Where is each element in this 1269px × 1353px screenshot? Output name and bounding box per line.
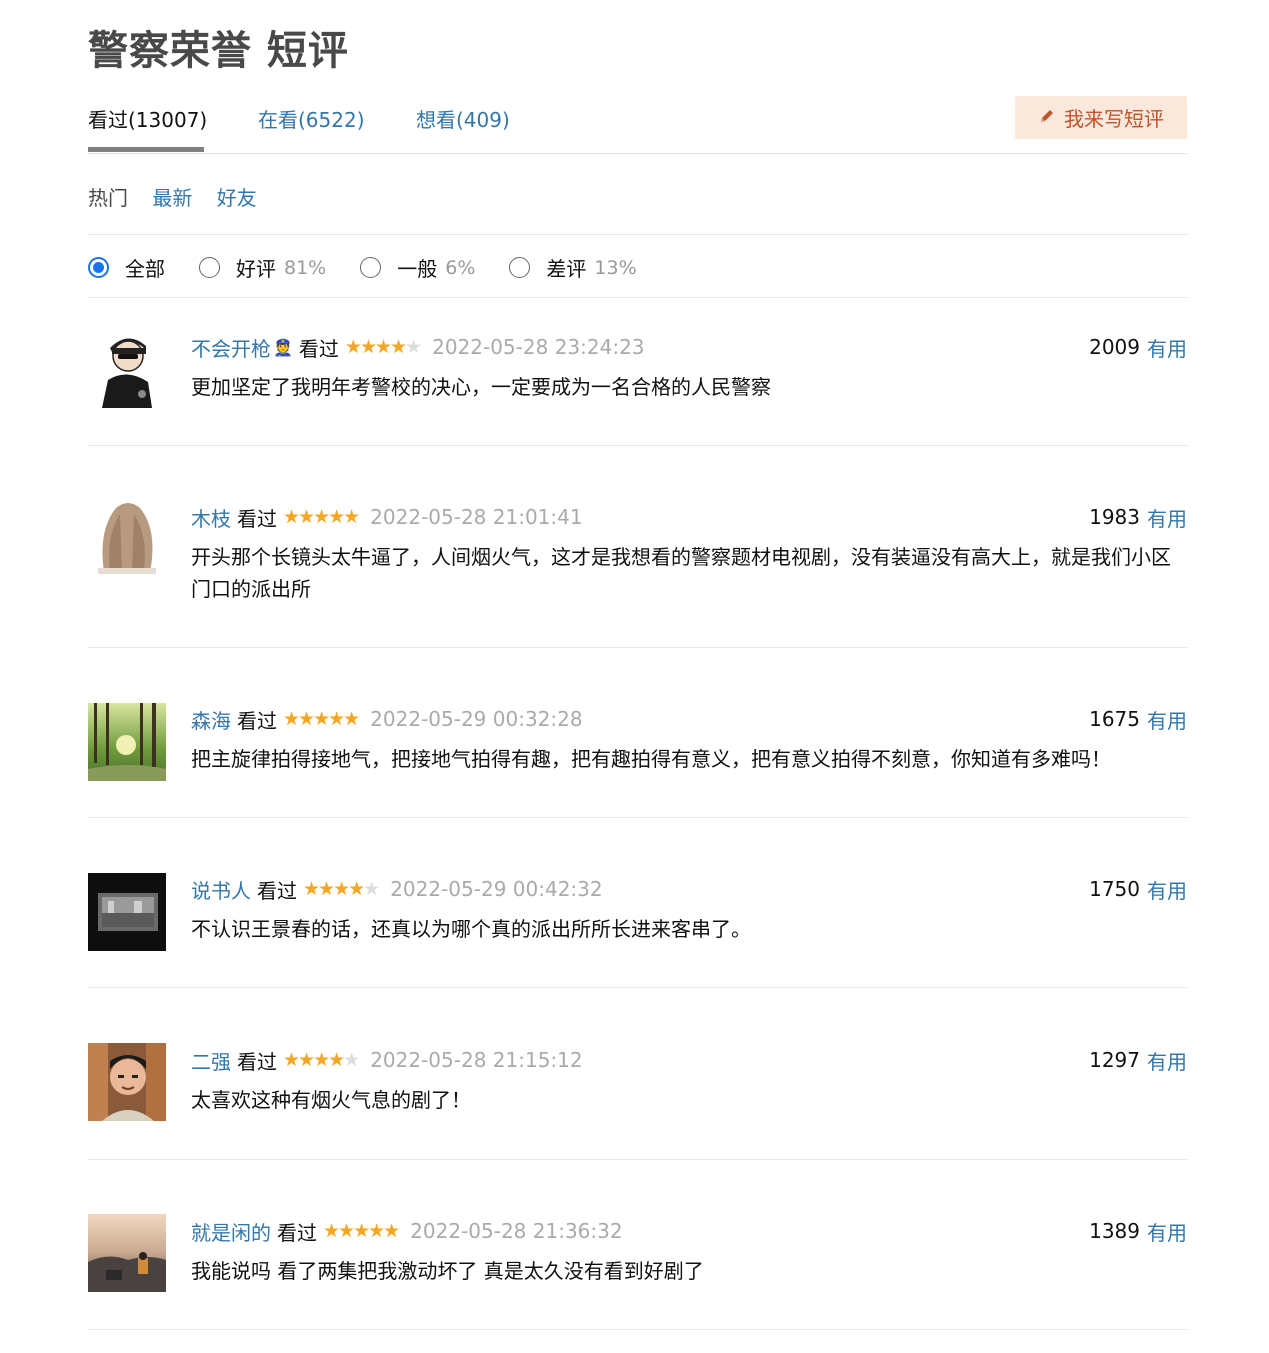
comment-meta: 说书人 看过 ★★★★★ 2022-05-29 00:42:32 [191, 875, 603, 903]
rating-stars: ★★★★★ [303, 878, 380, 900]
filter-negative[interactable]: 差评 13% [509, 253, 637, 282]
comment-meta: 二强 看过 ★★★★★ 2022-05-28 21:15:12 [191, 1046, 583, 1074]
useful-button[interactable]: 有用 [1147, 1217, 1187, 1246]
filter-negative-pct: 13% [594, 256, 637, 279]
vote-area: 1983 有用 [1089, 503, 1187, 531]
filter-negative-label: 差评 [546, 257, 587, 281]
vote-count: 1389 [1089, 1219, 1140, 1243]
username[interactable]: 不会开枪 [191, 333, 271, 362]
useful-button[interactable]: 有用 [1147, 333, 1187, 362]
active-tab-indicator [88, 147, 204, 152]
vote-count: 1983 [1089, 505, 1140, 529]
filter-neutral[interactable]: 一般 6% [360, 253, 475, 282]
username[interactable]: 二强 [191, 1046, 231, 1075]
vote-area: 1297 有用 [1089, 1046, 1187, 1074]
vote-area: 1675 有用 [1089, 705, 1187, 733]
radio-all[interactable] [88, 257, 109, 278]
rating-stars: ★★★★★ [283, 1049, 360, 1071]
comment-time: 2022-05-28 23:24:23 [432, 335, 645, 359]
filter-neutral-label: 一般 [397, 257, 438, 281]
tab-want-to-watch[interactable]: 想看(409) [416, 104, 510, 133]
username[interactable]: 说书人 [191, 875, 251, 904]
comment-time: 2022-05-28 21:15:12 [370, 1048, 583, 1072]
vote-area: 2009 有用 [1089, 333, 1187, 361]
username[interactable]: 森海 [191, 705, 231, 734]
avatar[interactable] [88, 500, 166, 578]
filter-neutral-pct: 6% [445, 256, 476, 279]
pencil-icon [1038, 106, 1056, 130]
watch-status: 看过 [257, 878, 297, 903]
page-title: 警察荣誉 短评 [88, 28, 349, 74]
vote-count: 1297 [1089, 1048, 1140, 1072]
radio-neutral[interactable] [360, 257, 382, 278]
filter-positive[interactable]: 好评 81% [199, 253, 326, 282]
watch-status: 看过 [237, 708, 277, 733]
vote-count: 2009 [1089, 335, 1140, 359]
rating-filters: 全部 好评 81% 一般 6% 差评 13% [88, 253, 671, 282]
avatar[interactable] [88, 1043, 166, 1121]
username[interactable]: 木枝 [191, 503, 231, 532]
useful-button[interactable]: 有用 [1147, 875, 1187, 904]
vote-count: 1675 [1089, 707, 1140, 731]
comment-time: 2022-05-28 21:01:41 [370, 505, 583, 529]
comment-text: 开头那个长镜头太牛逼了，人间烟火气，这才是我想看的警察题材电视剧，没有装逼没有高… [191, 545, 1171, 601]
useful-button[interactable]: 有用 [1147, 503, 1187, 532]
comment-meta: 不会开枪 👮 看过 ★★★★★ 2022-05-28 23:24:23 [191, 333, 645, 361]
rating-stars: ★★★★★ [344, 336, 422, 358]
filter-positive-label: 好评 [236, 257, 276, 281]
filter-positive-pct: 81% [284, 256, 327, 279]
divider [88, 817, 1187, 818]
useful-button[interactable]: 有用 [1147, 1046, 1187, 1075]
rating-stars: ★★★★★ [283, 506, 360, 528]
avatar[interactable] [88, 330, 166, 408]
useful-button[interactable]: 有用 [1147, 705, 1187, 734]
watch-status: 看过 [237, 506, 277, 531]
comment-text: 太喜欢这种有烟火气息的剧了！ [191, 1088, 471, 1112]
divider [88, 234, 1187, 235]
username[interactable]: 就是闲的 [191, 1217, 271, 1246]
filter-all[interactable]: 全部 [88, 253, 165, 282]
divider [88, 647, 1187, 648]
vote-area: 1750 有用 [1089, 875, 1187, 903]
divider [88, 987, 1187, 988]
tab-watched[interactable]: 看过(13007) [88, 104, 207, 133]
comment-time: 2022-05-29 00:32:28 [370, 707, 583, 731]
divider [88, 1329, 1187, 1330]
comment-text: 更加坚定了我明年考警校的决心，一定要成为一名合格的人民警察 [191, 375, 771, 399]
watch-status: 看过 [298, 336, 339, 361]
radio-negative[interactable] [509, 257, 531, 278]
sort-hot[interactable]: 热门 [88, 186, 128, 210]
status-tabs: 看过(13007) 在看(6522) 想看(409) 我来写短评 [88, 96, 1187, 154]
radio-positive[interactable] [199, 257, 220, 278]
vote-area: 1389 有用 [1089, 1217, 1187, 1245]
vote-count: 1750 [1089, 877, 1140, 901]
avatar[interactable] [88, 703, 166, 781]
write-review-label: 我来写短评 [1064, 107, 1164, 131]
filter-all-label: 全部 [125, 257, 165, 281]
divider [88, 445, 1187, 446]
rating-stars: ★★★★★ [323, 1220, 400, 1242]
comment-text: 我能说吗 看了两集把我激动坏了 真是太久没有看到好剧了 [191, 1259, 704, 1283]
watch-status: 看过 [277, 1220, 317, 1245]
tab-watching[interactable]: 在看(6522) [258, 104, 365, 133]
sort-options: 热门 最新 好友 [88, 182, 275, 211]
avatar[interactable] [88, 1214, 166, 1292]
comment-meta: 木枝 看过 ★★★★★ 2022-05-28 21:01:41 [191, 503, 583, 531]
comment-time: 2022-05-29 00:42:32 [390, 877, 603, 901]
sort-friends[interactable]: 好友 [217, 186, 257, 210]
write-review-button[interactable]: 我来写短评 [1015, 96, 1187, 139]
comment-meta: 就是闲的 看过 ★★★★★ 2022-05-28 21:36:32 [191, 1217, 623, 1245]
sort-latest[interactable]: 最新 [152, 186, 192, 210]
police-badge-icon: 👮 [273, 337, 293, 357]
comment-text: 把主旋律拍得接地气，把接地气拍得有趣，把有趣拍得有意义，把有意义拍得不刻意，你知… [191, 747, 1111, 771]
avatar[interactable] [88, 873, 166, 951]
divider [88, 1159, 1187, 1160]
comment-time: 2022-05-28 21:36:32 [410, 1219, 623, 1243]
watch-status: 看过 [237, 1049, 277, 1074]
divider [88, 297, 1187, 298]
rating-stars: ★★★★★ [283, 708, 360, 730]
comment-meta: 森海 看过 ★★★★★ 2022-05-29 00:32:28 [191, 705, 583, 733]
comment-text: 不认识王景春的话，还真以为哪个真的派出所所长进来客串了。 [191, 917, 751, 941]
